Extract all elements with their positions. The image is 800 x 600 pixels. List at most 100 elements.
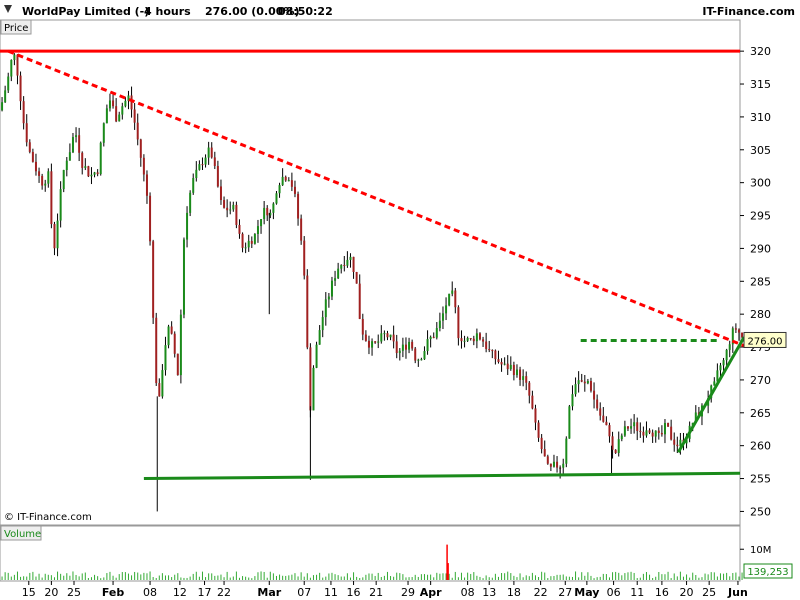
candle-body [155,317,158,384]
candle-body [192,178,195,193]
candle-body [28,142,31,152]
candlestick-chart: WorldPay Limited (-) 4 hours 276.00 (0.0… [0,0,800,599]
candle-body [53,224,56,249]
candle-body [68,152,71,161]
candle-body [149,195,152,242]
candle-body [620,435,623,440]
candle-body [59,189,62,221]
candle-body [349,256,352,260]
candle-body [432,336,435,338]
candle-body [358,283,361,319]
candle-body [244,247,247,249]
candle-body [414,348,417,361]
candle-body [50,171,53,225]
candle-body [371,341,374,348]
time-tick-label: 22 [217,586,231,599]
candle-body [660,432,663,435]
candle-body [445,305,448,314]
time-axis: 15 20 25 Feb 08 12 17 22 Mar 07 11 16 21 29 Apr 08 13 18 2… [22,581,748,599]
candle-body [306,275,309,348]
candle-body [626,426,629,429]
candle-body [383,333,386,335]
candle-body [195,169,198,179]
header-title: WorldPay Limited (-) [22,5,149,18]
candle-body [552,461,555,467]
candle-body [99,142,102,175]
candle-body [81,152,84,168]
candle-body [75,135,78,138]
candle-body [90,174,93,177]
last-price-marker: 276.00 [743,331,787,348]
candle-body [275,193,278,204]
candle-body [408,341,411,350]
time-tick-label: May [574,586,599,599]
time-tick-label: 29 [401,586,415,599]
candle-body [586,381,589,384]
candle-body [503,363,506,365]
candle-body [673,439,676,445]
candle-body [65,160,68,171]
header-brand: IT-Finance.com [702,5,795,18]
candle-body [512,364,515,376]
price-tick-label: 315 [750,78,771,91]
time-tick-label: Feb [102,586,125,599]
candle-body [478,333,481,340]
candle-body [438,320,441,329]
candle-body [395,341,398,354]
candle-body [232,204,235,210]
price-tick-label: 265 [750,407,771,420]
candle-body [417,359,420,361]
candle-body [315,344,318,368]
candle-body [617,439,620,453]
price-tick-label: 290 [750,242,771,255]
candle-body [115,106,118,122]
candle-body [543,449,546,457]
time-tick-label: 08 [461,586,475,599]
candle-body [386,333,389,338]
candle-body [451,290,454,294]
candle-body [571,394,574,407]
candle-body [599,408,602,416]
candle-body [201,164,204,166]
candle-body [102,123,105,143]
candle-body [250,240,253,244]
candle-body [404,344,407,350]
candle-body [670,426,673,440]
candle-body [112,100,115,107]
time-tick-label: 20 [44,586,58,599]
candle-body [263,207,266,220]
candle-body [605,421,608,426]
candle-body [84,166,87,168]
candle-body [87,166,90,177]
candle-body [401,344,404,351]
price-tick-label: 270 [750,374,771,387]
candle-body [19,75,22,102]
candle-body [719,365,722,371]
candle-body [556,461,559,468]
price-tick-label: 295 [750,210,771,223]
candle-body [506,363,509,370]
time-tick-label: 22 [534,586,548,599]
time-tick-label: 15 [22,586,36,599]
candle-body [121,106,124,115]
candle-body [361,318,364,335]
candle-body [633,422,636,427]
candle-body [96,172,99,175]
candle-body [210,147,213,158]
price-panel-label: Price [4,23,28,34]
candle-body [737,329,740,333]
candle-body [334,278,337,281]
candle-body [260,219,263,227]
candle-body [630,426,633,429]
candle-body [500,362,503,365]
candle-body [340,265,343,269]
candle-body [728,344,731,350]
time-tick-label: 08 [143,586,157,599]
candle-body [663,422,666,435]
time-tick-label: 17 [198,586,212,599]
candle-body [189,192,192,213]
candle-body [1,102,4,111]
price-tick-label: 300 [750,177,771,190]
candle-body [164,345,167,371]
candle-body [216,165,219,187]
